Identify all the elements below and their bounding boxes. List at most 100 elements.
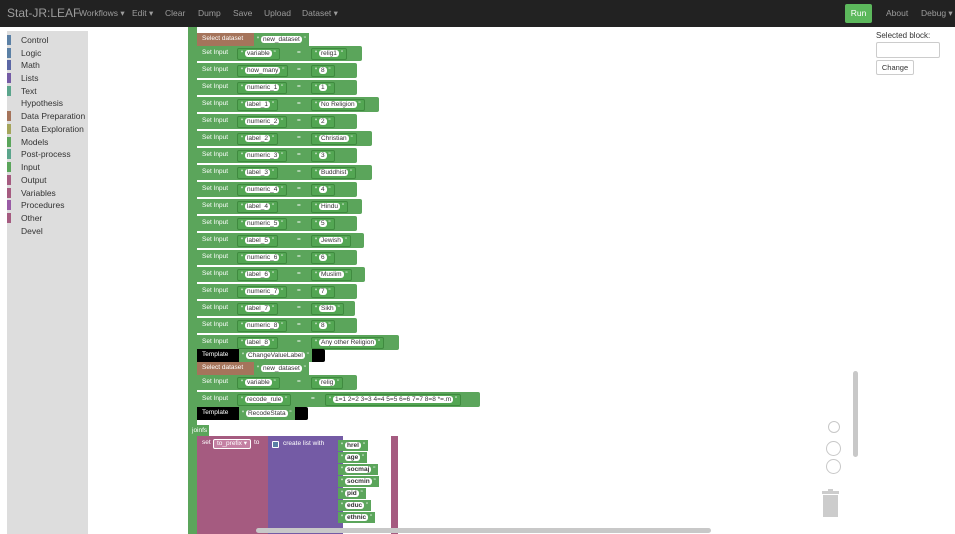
- input-key[interactable]: “ label_3 ”: [237, 166, 278, 179]
- input-key[interactable]: “ variable ”: [237, 376, 280, 389]
- vertical-scrollbar[interactable]: [853, 371, 858, 457]
- app-brand[interactable]: Stat-JR:LEAF: [7, 6, 80, 20]
- change-button[interactable]: Change: [876, 60, 914, 75]
- input-key[interactable]: “ numeric_8 ”: [237, 319, 288, 332]
- nav-debug[interactable]: Debug ▾: [921, 8, 953, 19]
- zoom-in-icon[interactable]: [826, 441, 841, 456]
- template-block-changevaluelabel[interactable]: Template “ ChangeValueLabel ”: [197, 349, 325, 362]
- input-value[interactable]: “ Hindu ”: [311, 200, 348, 213]
- input-key[interactable]: “ numeric_5 ”: [237, 217, 288, 230]
- input-value[interactable]: “ 4 ”: [311, 183, 335, 196]
- nav-edit[interactable]: Edit ▾: [132, 8, 153, 19]
- set-input-block-label-8[interactable]: Set Input “ label_8 ” = “ Any other Religio…: [197, 335, 399, 350]
- template-value[interactable]: “ RecodeStata ”: [239, 407, 295, 420]
- set-input-block-how-many[interactable]: Set Input “ how_many ” = “ 8 ”: [197, 63, 357, 78]
- input-value[interactable]: “ 6 ”: [311, 251, 335, 264]
- set-input-block-variable[interactable]: Set Input “ variable ” = “ relig1 ”: [197, 46, 362, 61]
- toolbox-category-output[interactable]: Output: [7, 175, 88, 187]
- set-input-block-label-6[interactable]: Set Input “ label_6 ” = “ Muslim ”: [197, 267, 365, 282]
- set-input-block-label-5[interactable]: Set Input “ label_5 ” = “ Jewish ”: [197, 233, 364, 248]
- input-value[interactable]: “ Jewish ”: [311, 234, 351, 247]
- input-key[interactable]: “ numeric_4 ”: [237, 183, 288, 196]
- list-item-educ[interactable]: “ educ ”: [338, 500, 372, 511]
- input-key[interactable]: “ numeric_1 ”: [237, 81, 288, 94]
- list-item-age[interactable]: “ age ”: [338, 452, 368, 463]
- toolbox-category-logic[interactable]: Logic: [7, 48, 88, 60]
- variable-dropdown[interactable]: to_prefix ▾: [213, 439, 252, 449]
- input-value[interactable]: “ Muslim ”: [311, 268, 352, 281]
- set-input-block-recode-rule[interactable]: Set Input “ recode_rule ” = “ 1=1 2=2 3=3 4…: [197, 392, 480, 407]
- set-input-block-numeric-1[interactable]: Set Input “ numeric_1 ” = “ 1 ”: [197, 80, 357, 95]
- dataset-value[interactable]: “ new_dataset ”: [254, 362, 309, 375]
- list-item-pid[interactable]: “ pid ”: [338, 488, 366, 499]
- input-key[interactable]: “ numeric_6 ”: [237, 251, 288, 264]
- input-key[interactable]: “ label_6 ”: [237, 268, 278, 281]
- nav-upload[interactable]: Upload: [264, 8, 291, 18]
- input-key[interactable]: “ variable ”: [237, 47, 280, 60]
- nav-save[interactable]: Save: [233, 8, 252, 18]
- input-value[interactable]: “ Buddhist ”: [311, 166, 357, 179]
- input-value[interactable]: “ 1=1 2=2 3=3 4=4 5=5 6=6 7=7 8=8 *=.m ”: [325, 393, 462, 406]
- input-key[interactable]: “ label_8 ”: [237, 336, 278, 349]
- toolbox-category-text[interactable]: Text: [7, 86, 88, 98]
- input-value[interactable]: “ Sikh ”: [311, 302, 344, 315]
- nav-dump[interactable]: Dump: [198, 8, 221, 18]
- list-item-socmaj[interactable]: “ socmaj ”: [338, 464, 379, 475]
- input-key[interactable]: “ label_2 ”: [237, 132, 278, 145]
- toolbox-category-math[interactable]: Math: [7, 60, 88, 72]
- set-input-block-numeric-8[interactable]: Set Input “ numeric_8 ” = “ 8 ”: [197, 318, 357, 333]
- toolbox-category-devel[interactable]: Devel: [7, 226, 88, 238]
- list-item-hrel[interactable]: “ hrel ”: [338, 440, 368, 451]
- input-value[interactable]: “ relig ”: [311, 376, 344, 389]
- set-input-block-label-3[interactable]: Set Input “ label_3 ” = “ Buddhist ”: [197, 165, 372, 180]
- toolbox-category-lists[interactable]: Lists: [7, 73, 88, 85]
- input-key[interactable]: “ label_5 ”: [237, 234, 278, 247]
- horizontal-scrollbar[interactable]: [256, 528, 711, 533]
- input-key[interactable]: “ label_1 ”: [237, 98, 278, 111]
- input-value[interactable]: “ Christian ”: [311, 132, 357, 145]
- input-key[interactable]: “ label_4 ”: [237, 200, 278, 213]
- input-value[interactable]: “ 1 ”: [311, 81, 335, 94]
- nav-dataset[interactable]: Dataset ▾: [302, 8, 338, 19]
- set-input-block-label-4[interactable]: Set Input “ label_4 ” = “ Hindu ”: [197, 199, 362, 214]
- toolbox-category-other[interactable]: Other: [7, 213, 88, 225]
- toolbox-category-post-process[interactable]: Post-process: [7, 149, 88, 161]
- input-key[interactable]: “ how_many ”: [237, 64, 289, 77]
- input-value[interactable]: “ relig1 ”: [311, 47, 347, 60]
- selected-block-field[interactable]: [876, 42, 940, 58]
- input-key[interactable]: “ numeric_7 ”: [237, 285, 288, 298]
- nav-about[interactable]: About: [886, 8, 908, 18]
- toolbox-category-procedures[interactable]: Procedures: [7, 200, 88, 212]
- set-input-block-numeric-3[interactable]: Set Input “ numeric_3 ” = “ 3 ”: [197, 148, 357, 163]
- set-input-block-numeric-7[interactable]: Set Input “ numeric_7 ” = “ 7 ”: [197, 284, 357, 299]
- toolbox-category-input[interactable]: Input: [7, 162, 88, 174]
- gear-icon[interactable]: [272, 441, 279, 448]
- dataset-value[interactable]: “ new_dataset ”: [254, 33, 309, 46]
- run-button[interactable]: Run: [845, 4, 872, 23]
- list-item-ethnic[interactable]: “ ethnic ”: [338, 512, 376, 523]
- joinfs-label[interactable]: joinfs: [190, 425, 210, 436]
- set-input-block-label-1[interactable]: Set Input “ label_1 ” = “ No Religion ”: [197, 97, 379, 112]
- input-key[interactable]: “ numeric_3 ”: [237, 149, 288, 162]
- create-list-block[interactable]: create list with: [268, 436, 343, 534]
- list-item-socmin[interactable]: “ socmin ”: [338, 476, 379, 487]
- set-input-block-numeric-5[interactable]: Set Input “ numeric_5 ” = “ 5 ”: [197, 216, 357, 231]
- template-value[interactable]: “ ChangeValueLabel ”: [239, 349, 312, 362]
- set-input-block-numeric-4[interactable]: Set Input “ numeric_4 ” = “ 4 ”: [197, 182, 357, 197]
- input-key[interactable]: “ label_7 ”: [237, 302, 278, 315]
- set-input-block-variable-2[interactable]: Set Input “ variable ” = “ relig ”: [197, 375, 357, 390]
- input-value[interactable]: “ 7 ”: [311, 285, 335, 298]
- toolbox-category-variables[interactable]: Variables: [7, 188, 88, 200]
- template-block-recodestata[interactable]: Template “ RecodeStata ”: [197, 407, 308, 420]
- toolbox-category-data-preparation[interactable]: Data Preparation: [7, 111, 88, 123]
- input-value[interactable]: “ 8 ”: [311, 64, 335, 77]
- recenter-icon[interactable]: [828, 421, 840, 433]
- input-value[interactable]: “ No Religion ”: [311, 98, 365, 111]
- set-input-block-numeric-6[interactable]: Set Input “ numeric_6 ” = “ 6 ”: [197, 250, 357, 265]
- input-value[interactable]: “ 2 ”: [311, 115, 335, 128]
- select-dataset-block[interactable]: Select dataset “ new_dataset ”: [197, 33, 309, 46]
- set-input-block-label-7[interactable]: Set Input “ label_7 ” = “ Sikh ”: [197, 301, 355, 316]
- nav-clear[interactable]: Clear: [165, 8, 185, 18]
- toolbox-category-data-exploration[interactable]: Data Exploration: [7, 124, 88, 136]
- input-key[interactable]: “ recode_rule ”: [237, 393, 292, 406]
